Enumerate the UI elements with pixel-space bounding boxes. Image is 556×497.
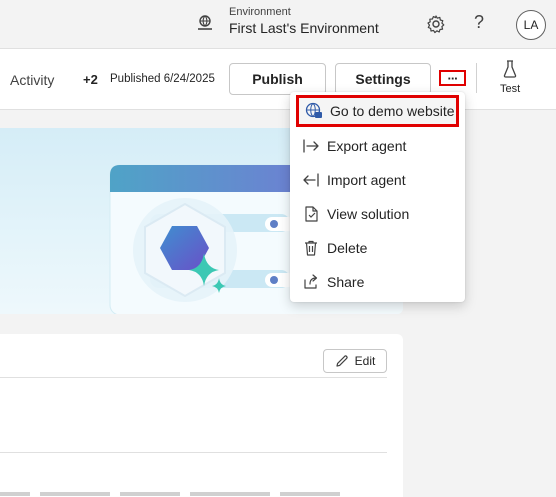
trash-icon	[301, 238, 321, 258]
published-status: Published 6/24/2025	[110, 73, 215, 85]
export-arrow-icon	[301, 136, 321, 156]
help-icon[interactable]: ?	[474, 12, 484, 33]
settings-button[interactable]: Settings	[335, 63, 431, 95]
share-icon	[301, 272, 321, 292]
edit-button-label: Edit	[354, 354, 376, 368]
flask-icon[interactable]	[503, 60, 517, 78]
menu-item-import-agent[interactable]: Import agent	[296, 164, 459, 196]
settings-gear-icon[interactable]	[426, 14, 446, 34]
pencil-icon	[336, 355, 348, 367]
menu-item-label: Share	[327, 274, 365, 290]
menu-item-label: Import agent	[327, 172, 406, 188]
overflow-tabs-count[interactable]: +2	[83, 72, 98, 87]
environment-name[interactable]: First Last's Environment	[229, 20, 379, 36]
test-button-label[interactable]: Test	[500, 83, 520, 95]
details-divider	[0, 377, 387, 378]
menu-item-label: View solution	[327, 206, 410, 222]
menu-item-share[interactable]: Share	[296, 266, 459, 298]
menu-item-label: Go to demo website	[330, 103, 455, 119]
menu-item-go-to-demo-website[interactable]: Go to demo website	[296, 95, 459, 127]
tab-activity[interactable]: Activity	[10, 72, 54, 88]
menu-item-view-solution[interactable]: View solution	[296, 198, 459, 230]
avatar[interactable]: LA	[516, 10, 546, 40]
edit-button[interactable]: Edit	[323, 349, 387, 373]
environment-label: Environment	[229, 6, 291, 18]
environment-icon	[198, 15, 212, 30]
document-icon	[301, 204, 321, 224]
more-options-menu: Go to demo website Export agent Import a…	[290, 92, 465, 302]
menu-item-export-agent[interactable]: Export agent	[296, 130, 459, 162]
import-arrow-icon	[301, 170, 321, 190]
publish-button[interactable]: Publish	[229, 63, 326, 95]
menu-item-delete[interactable]: Delete	[296, 232, 459, 264]
more-options-button[interactable]: ···	[439, 70, 466, 86]
menu-item-label: Export agent	[327, 138, 407, 154]
truncated-description-text	[0, 492, 340, 496]
globe-icon	[304, 101, 324, 121]
toolbar-divider	[476, 63, 477, 93]
menu-item-label: Delete	[327, 240, 368, 256]
details-divider-2	[0, 452, 387, 453]
